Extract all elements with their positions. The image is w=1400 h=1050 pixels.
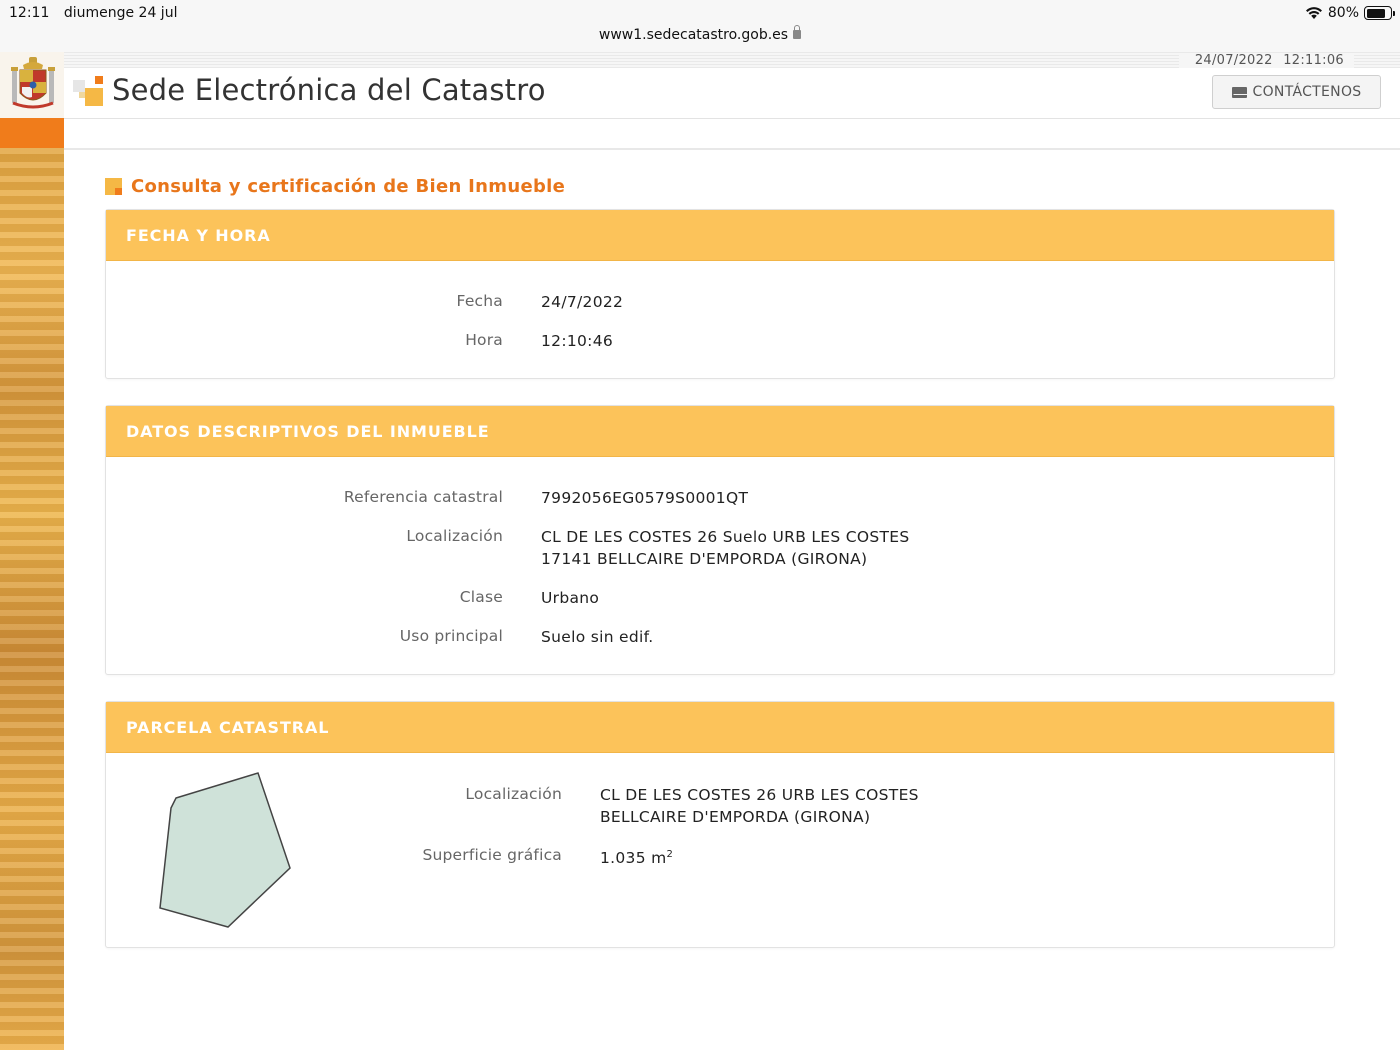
parcela-localizacion-value: CL DE LES COSTES 26 URB LES COSTES BELLC…	[600, 784, 919, 828]
section-square-icon	[105, 178, 122, 195]
panel-parcela-header: PARCELA CATASTRAL	[106, 702, 1334, 753]
battery-fill	[1366, 8, 1385, 18]
server-timestamp: 24/07/2022 12:11:06	[1178, 53, 1354, 68]
parcela-loc-line-1: CL DE LES COSTES 26 URB LES COSTES	[600, 786, 919, 804]
referencia-value: 7992056EG0579S0001QT	[541, 489, 749, 507]
panel-fecha-hora-title: FECHA Y HORA	[126, 225, 271, 245]
panel-fecha-hora-header: FECHA Y HORA	[106, 210, 1334, 261]
panel-parcela-catastral: PARCELA CATASTRAL Localización CL DE LES…	[105, 701, 1335, 948]
battery-icon	[1364, 6, 1395, 20]
localizacion-value: CL DE LES COSTES 26 Suelo URB LES COSTES…	[541, 526, 910, 570]
hora-label: Hora	[465, 331, 503, 349]
contact-button-label: CONTÁCTENOS	[1252, 84, 1362, 100]
superficie-label: Superficie gráfica	[422, 846, 562, 864]
status-time-date: 12:11 diumenge 24 jul	[9, 5, 187, 21]
site-title[interactable]: Sede Electrónica del Catastro	[112, 73, 546, 107]
hora-value: 12:10:46	[541, 332, 614, 350]
contact-button[interactable]: CONTÁCTENOS	[1212, 75, 1381, 109]
panel-datos-header: DATOS DESCRIPTIVOS DEL INMUEBLE	[106, 406, 1334, 457]
page-title: Consulta y certificación de Bien Inmuebl…	[105, 176, 565, 197]
uso-value: Suelo sin edif.	[541, 628, 654, 646]
timestamp-time: 12:11:06	[1283, 53, 1344, 68]
side-texture	[0, 148, 64, 1050]
side-decoration	[0, 52, 64, 1050]
address-bar[interactable]: www1.sedecatastro.gob.es	[0, 25, 1400, 43]
status-indicators: 80%	[1305, 5, 1395, 21]
parcela-localizacion-label: Localización	[465, 785, 562, 803]
clase-label: Clase	[459, 588, 503, 606]
uso-label: Uso principal	[399, 627, 503, 645]
clase-value: Urbano	[541, 589, 600, 607]
status-date: diumenge 24 jul	[63, 5, 178, 21]
timestamp-date: 24/07/2022	[1194, 53, 1273, 68]
referencia-label: Referencia catastral	[343, 488, 503, 506]
fecha-label: Fecha	[456, 292, 503, 310]
parcela-loc-line-2: BELLCAIRE D'EMPORDA (GIRONA)	[600, 808, 871, 826]
panel-fecha-hora: FECHA Y HORA Fecha 24/7/2022 Hora 12:10:…	[105, 209, 1335, 379]
fecha-value: 24/7/2022	[541, 293, 624, 311]
coat-of-arms-icon	[11, 57, 55, 109]
header-divider	[64, 118, 1400, 119]
page-title-text: Consulta y certificación de Bien Inmuebl…	[131, 176, 566, 197]
superficie-number: 1.035 m	[600, 849, 667, 868]
status-time: 12:11	[9, 5, 50, 21]
status-bar: 12:11 diumenge 24 jul 80% www1.sedecatas…	[0, 0, 1400, 52]
panel-datos-descriptivos: DATOS DESCRIPTIVOS DEL INMUEBLE Referenc…	[105, 405, 1335, 675]
url-text: www1.sedecatastro.gob.es	[598, 27, 789, 43]
catastro-logo-icon	[73, 76, 103, 106]
localizacion-line-1: CL DE LES COSTES 26 Suelo URB LES COSTES	[541, 528, 910, 546]
mail-icon	[1231, 86, 1248, 98]
panel-datos-title: DATOS DESCRIPTIVOS DEL INMUEBLE	[126, 421, 490, 441]
wifi-icon	[1305, 7, 1322, 19]
panel-parcela-title: PARCELA CATASTRAL	[126, 717, 330, 737]
superficie-exponent: 2	[666, 849, 674, 860]
header-divider-bottom	[64, 148, 1400, 150]
localizacion-label: Localización	[406, 527, 503, 545]
lock-icon	[793, 25, 802, 39]
battery-percent: 80%	[1327, 5, 1359, 21]
superficie-value: 1.035 m2	[600, 844, 673, 869]
localizacion-line-2: 17141 BELLCAIRE D'EMPORDA (GIRONA)	[541, 550, 868, 568]
